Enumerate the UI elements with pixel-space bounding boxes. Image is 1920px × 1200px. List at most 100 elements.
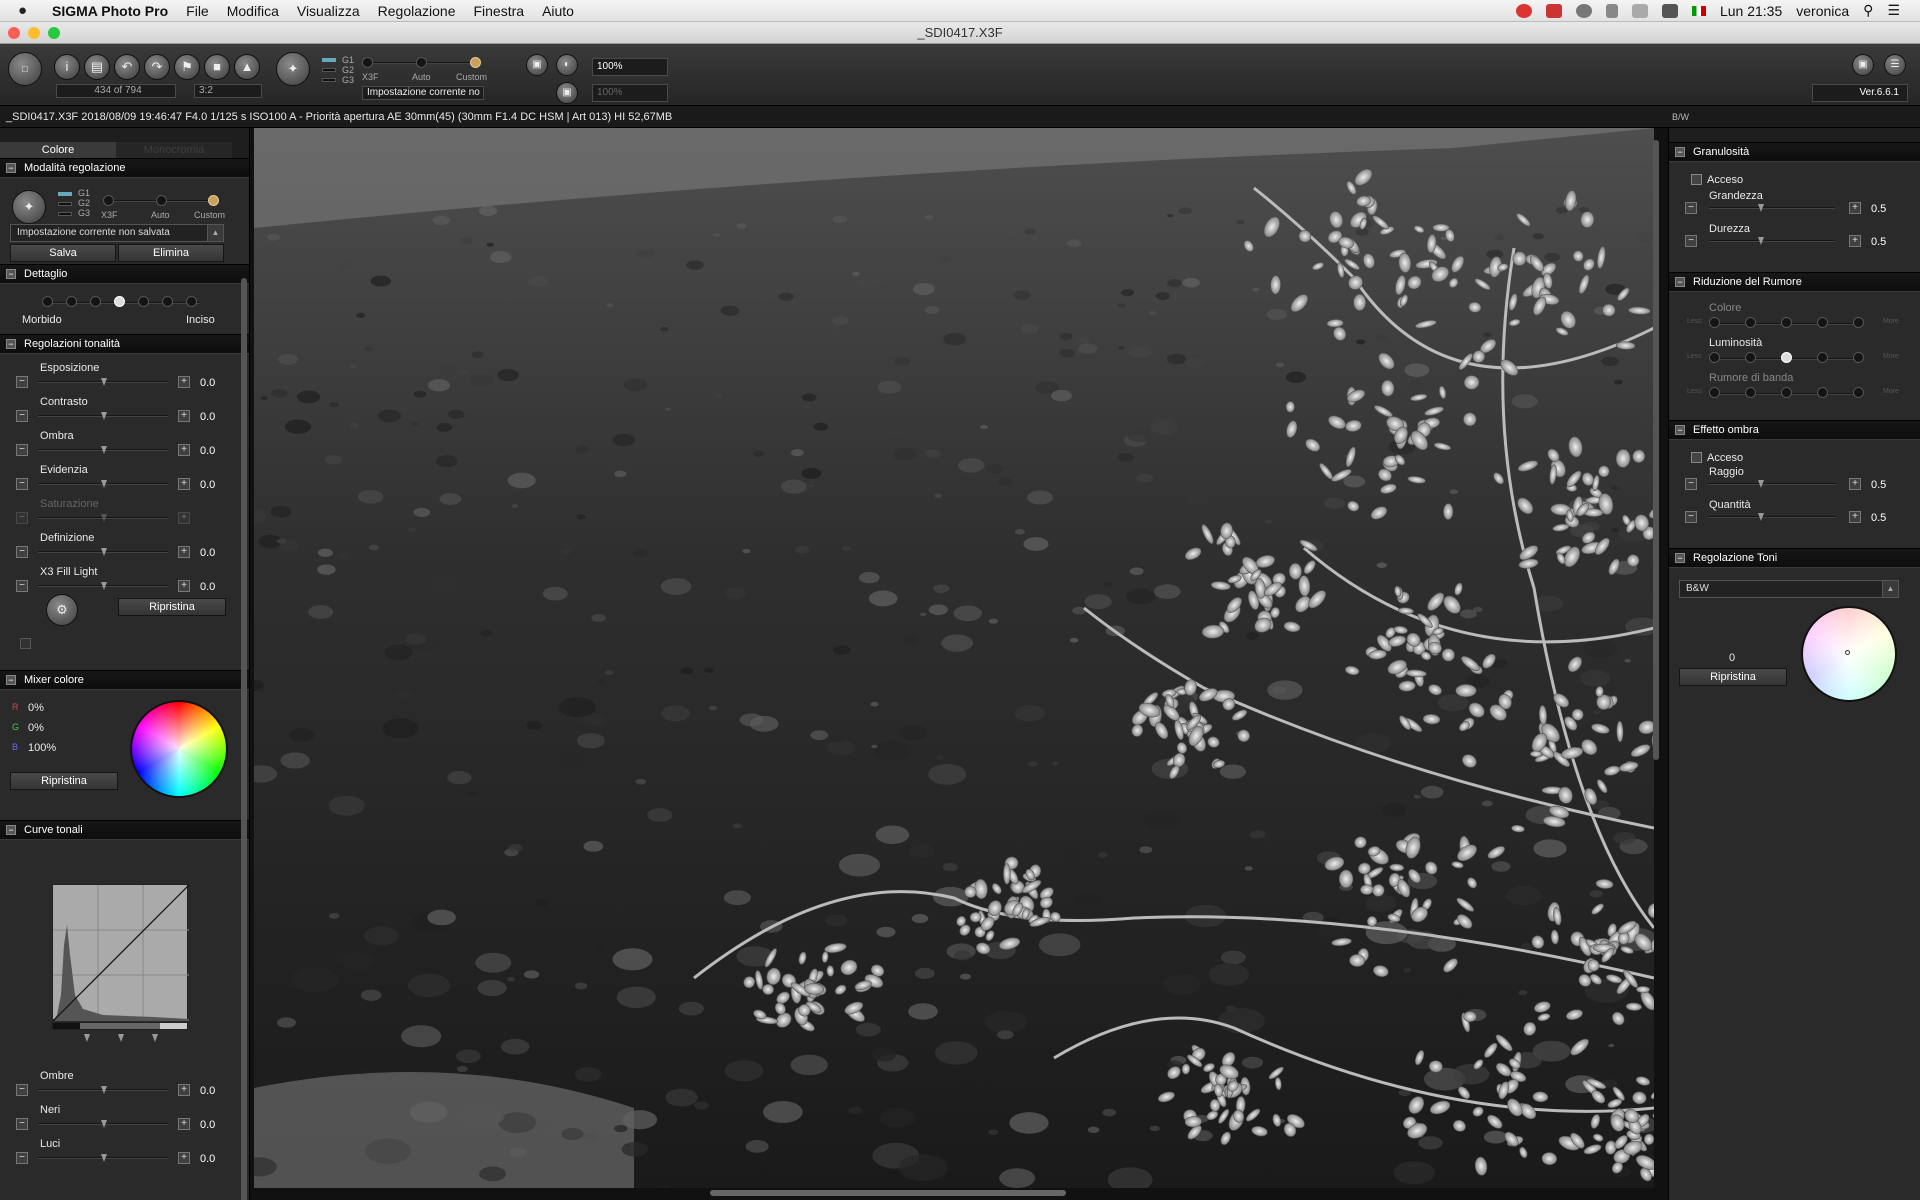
tone-reset-button[interactable]: Ripristina <box>118 598 226 616</box>
zoom-select[interactable]: 100% <box>592 58 668 76</box>
rotate-right-icon[interactable]: ↷ <box>144 54 170 80</box>
noise-step-dot[interactable] <box>1781 317 1792 328</box>
menu-visualizza[interactable]: Visualizza <box>297 3 360 19</box>
grain-slider-track[interactable] <box>1709 207 1835 209</box>
curve-slider-handle[interactable] <box>101 1086 107 1094</box>
decrement-button[interactable]: − <box>16 512 28 524</box>
increment-button[interactable]: + <box>178 580 190 592</box>
shadow-slider-track[interactable] <box>1709 516 1835 518</box>
grain-slider-handle[interactable] <box>1758 204 1765 212</box>
noise-step-dot[interactable] <box>1817 387 1828 398</box>
rotate-left-icon[interactable]: ↶ <box>114 54 140 80</box>
detail-step-dot[interactable] <box>42 296 53 307</box>
noise-step-dot[interactable] <box>1745 317 1756 328</box>
x3f-mode-icon[interactable]: ✦ <box>12 190 46 224</box>
shadow-slider-handle[interactable] <box>1758 513 1765 521</box>
section-modalita[interactable]: − Modalità regolazione <box>0 158 249 178</box>
collapse-icon[interactable]: − <box>6 825 16 835</box>
spotlight-icon[interactable]: ⚲ <box>1863 2 1873 19</box>
color-wheel[interactable] <box>130 700 228 798</box>
section-effetto-ombra[interactable]: − Effetto ombra <box>1669 420 1920 440</box>
menu-file[interactable]: File <box>186 3 209 19</box>
menu-aiuto[interactable]: Aiuto <box>542 3 574 19</box>
increment-button[interactable]: + <box>178 376 190 388</box>
increment-button[interactable]: + <box>178 478 190 490</box>
close-window-icon[interactable] <box>8 27 20 39</box>
grain-slider-track[interactable] <box>1709 240 1835 242</box>
collapse-icon[interactable]: − <box>1675 425 1685 435</box>
detail-step-dot[interactable] <box>138 296 149 307</box>
detail-step-dot[interactable] <box>66 296 77 307</box>
status-app-icon[interactable] <box>1515 3 1532 18</box>
curve-slider-handle[interactable] <box>101 1154 107 1162</box>
tab-monocromia[interactable]: Monocromia <box>116 142 232 158</box>
tone-slider-handle[interactable] <box>101 412 107 420</box>
auto-tone-icon[interactable]: ⚙ <box>46 594 78 626</box>
midpoint-handle[interactable] <box>118 1034 124 1042</box>
section-mixer[interactable]: − Mixer colore <box>0 670 249 690</box>
tone-slider-handle[interactable] <box>101 480 107 488</box>
noise-step-dot[interactable] <box>1781 352 1792 363</box>
noise-step-dot[interactable] <box>1709 317 1720 328</box>
image-counter[interactable]: 434 of 794 <box>56 84 176 98</box>
decrement-button[interactable]: − <box>16 1118 28 1130</box>
wifi-icon[interactable] <box>1631 3 1648 18</box>
section-curve[interactable]: − Curve tonali <box>0 820 249 840</box>
flag-icon[interactable] <box>1691 5 1706 16</box>
white-point-handle[interactable] <box>152 1034 158 1042</box>
decrement-button[interactable]: − <box>16 410 28 422</box>
notification-icon[interactable]: ☰ <box>1887 2 1900 19</box>
mode-dot-custom[interactable] <box>208 195 219 206</box>
save-button[interactable]: Salva <box>10 244 116 262</box>
section-dettaglio[interactable]: − Dettaglio <box>0 264 249 284</box>
detail-step-dot[interactable] <box>186 296 197 307</box>
tone-slider-handle[interactable] <box>101 514 107 522</box>
mode-dot-x3f[interactable] <box>362 57 373 68</box>
mode-dot-custom[interactable] <box>470 57 481 68</box>
print-icon[interactable]: ▤ <box>84 54 110 80</box>
increment-button[interactable]: + <box>178 1118 190 1130</box>
zoom-select-2[interactable]: 100% <box>592 84 668 102</box>
increment-button[interactable]: + <box>1849 202 1861 214</box>
collapse-icon[interactable]: − <box>6 163 16 173</box>
collapse-icon[interactable]: − <box>6 269 16 279</box>
shadow-slider-track[interactable] <box>1709 483 1835 485</box>
image-viewer[interactable] <box>254 128 1654 1188</box>
increment-button[interactable]: + <box>178 1152 190 1164</box>
flag-icon[interactable]: ⚑ <box>174 54 200 80</box>
decrement-button[interactable]: − <box>16 478 28 490</box>
collapse-icon[interactable]: − <box>1675 553 1685 563</box>
zoom-window-icon[interactable] <box>48 27 60 39</box>
viewer-horizontal-scrollbar[interactable] <box>710 1190 1066 1196</box>
noise-step-dot[interactable] <box>1853 387 1864 398</box>
info-icon[interactable]: i <box>54 54 80 80</box>
detail-step-dot[interactable] <box>114 296 125 307</box>
section-regolazione-toni[interactable]: − Regolazione Toni <box>1669 548 1920 568</box>
menu-finestra[interactable]: Finestra <box>473 3 524 19</box>
increment-button[interactable]: + <box>1849 478 1861 490</box>
increment-button[interactable]: + <box>1849 511 1861 523</box>
decrement-button[interactable]: − <box>16 1152 28 1164</box>
section-granulosita[interactable]: − Granulosità <box>1669 142 1920 162</box>
noise-step-dot[interactable] <box>1745 387 1756 398</box>
preset-select[interactable]: Impostazione corrente non salvata ▲ <box>10 224 224 242</box>
panel-toggle-icon[interactable]: ☰ <box>1884 54 1906 76</box>
collapse-icon[interactable]: − <box>6 675 16 685</box>
fit-icon[interactable]: ▣ <box>556 82 578 104</box>
increment-button[interactable]: + <box>178 410 190 422</box>
section-tonalita[interactable]: − Regolazioni tonalità <box>0 334 249 354</box>
noise-step-dot[interactable] <box>1853 352 1864 363</box>
tab-colore[interactable]: Colore <box>0 142 116 158</box>
grain-enable-checkbox[interactable] <box>1691 174 1702 185</box>
tone-color-wheel[interactable] <box>1801 606 1897 702</box>
viewer-vertical-scrollbar[interactable] <box>1653 140 1659 760</box>
increment-button[interactable]: + <box>1849 235 1861 247</box>
decrement-button[interactable]: − <box>1685 202 1697 214</box>
noise-step-dot[interactable] <box>1817 352 1828 363</box>
shadow-enable-checkbox[interactable] <box>1691 452 1702 463</box>
film-icon[interactable]: ▣ <box>526 54 548 76</box>
mode-dot-auto[interactable] <box>416 57 427 68</box>
noise-step-dot[interactable] <box>1745 352 1756 363</box>
noise-step-dot[interactable] <box>1817 317 1828 328</box>
decrement-button[interactable]: − <box>1685 478 1697 490</box>
